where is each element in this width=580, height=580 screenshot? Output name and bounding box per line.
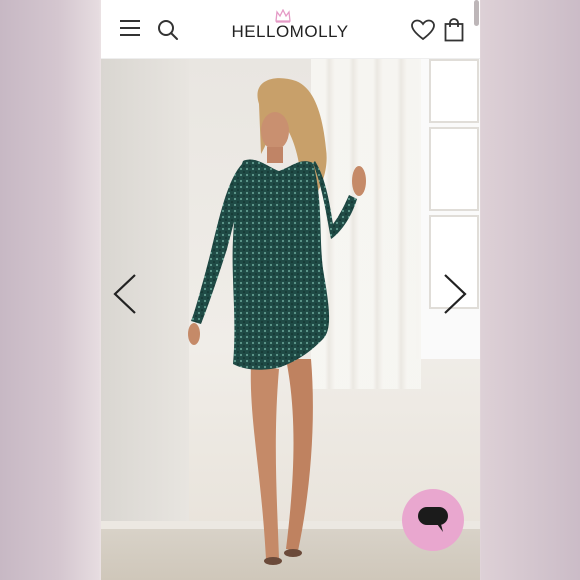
- chat-bubble-icon: [418, 507, 448, 532]
- heart-icon[interactable]: [411, 19, 435, 41]
- menu-icon[interactable]: [120, 20, 140, 36]
- search-icon[interactable]: [157, 19, 179, 41]
- shopping-bag-icon[interactable]: [444, 18, 464, 42]
- product-image-carousel[interactable]: [101, 59, 480, 580]
- top-navigation-bar: HELLOMOLLY: [101, 0, 480, 59]
- brand-logo[interactable]: HELLOMOLLY: [231, 22, 349, 42]
- scrollbar[interactable]: [474, 0, 479, 26]
- chat-button[interactable]: [402, 489, 464, 551]
- chevron-left-icon[interactable]: [111, 272, 141, 316]
- crown-icon: [275, 9, 291, 23]
- mobile-screen: HELLOMOLLY: [101, 0, 480, 580]
- chevron-right-icon[interactable]: [439, 272, 469, 316]
